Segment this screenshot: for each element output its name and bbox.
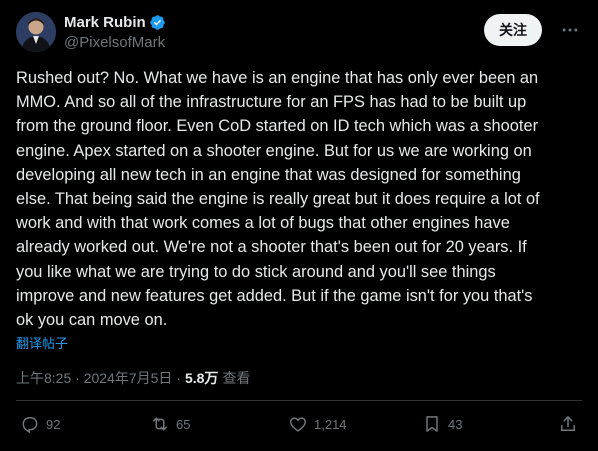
bookmark-icon xyxy=(426,416,438,432)
repost-icon xyxy=(153,417,167,431)
name-row: Mark Rubin xyxy=(64,12,166,32)
tweet-meta: 上午8:25 · 2024年7月5日 · 5.8万 查看 xyxy=(16,368,250,388)
divider xyxy=(16,400,582,401)
author-handle[interactable]: @PixelsofMark xyxy=(64,34,166,51)
heart-icon xyxy=(289,417,307,432)
translate-link[interactable]: 翻译帖子 xyxy=(16,333,68,352)
bookmark-count: 43 xyxy=(448,416,463,432)
more-dots-icon[interactable] xyxy=(560,20,580,40)
author-block: Mark Rubin @PixelsofMark xyxy=(64,12,166,52)
like-count: 1,214 xyxy=(314,416,347,432)
verified-badge-icon xyxy=(149,14,166,31)
share-icon xyxy=(561,416,575,431)
reply-count: 92 xyxy=(46,416,61,432)
views-label: 查看 xyxy=(222,370,251,386)
follow-button[interactable]: 关注 xyxy=(484,14,542,46)
reply-button[interactable]: 92 xyxy=(20,414,60,434)
views-count: 5.8万 xyxy=(184,370,219,386)
tweet-header: Mark Rubin @PixelsofMark 关注 xyxy=(16,10,582,54)
like-button[interactable]: 1,214 xyxy=(288,414,347,434)
repost-button[interactable]: 65 xyxy=(150,414,190,434)
avatar[interactable] xyxy=(16,12,56,52)
repost-count: 65 xyxy=(176,416,191,432)
author-name[interactable]: Mark Rubin xyxy=(64,14,146,31)
share-button[interactable] xyxy=(558,414,584,434)
bookmark-button[interactable]: 43 xyxy=(422,414,462,434)
reply-bubble-icon xyxy=(22,417,38,434)
tweet-detail: Mark Rubin @PixelsofMark 关注 Rushed out? … xyxy=(0,0,598,451)
action-bar: 92 65 1,214 43 xyxy=(16,414,584,440)
tweet-body: Rushed out? No. What we have is an engin… xyxy=(16,69,540,330)
timestamp[interactable]: 上午8:25 · 2024年7月5日 · xyxy=(16,368,181,388)
